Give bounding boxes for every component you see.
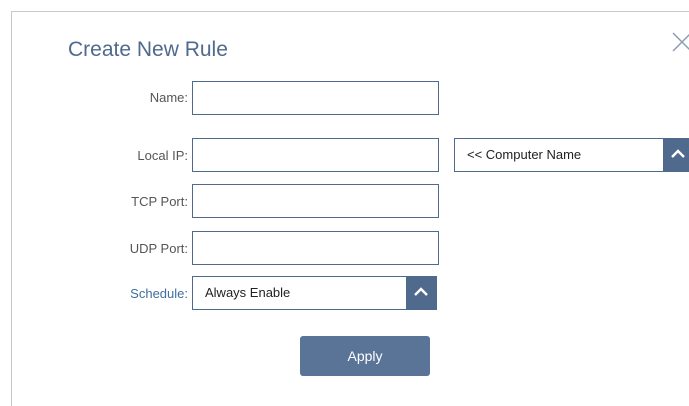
close-icon[interactable] [672,32,689,58]
dialog-title: Create New Rule [68,38,228,61]
udp-port-input[interactable] [192,231,439,265]
local-ip-input[interactable] [192,138,439,172]
name-input[interactable] [192,81,439,115]
apply-button[interactable]: Apply [300,336,430,376]
top-strip [0,0,689,11]
tcp-port-label: TCP Port: [131,194,188,209]
schedule-select[interactable]: Always Enable [192,276,437,310]
schedule-select-value: Always Enable [205,285,291,300]
tcp-port-input[interactable] [192,184,439,218]
create-rule-dialog: Create New Rule Name: Local IP: << Compu… [11,11,689,406]
computer-name-select-value: << Computer Name [467,147,582,162]
name-label: Name: [149,90,188,105]
local-ip-label: Local IP: [137,148,188,163]
schedule-dropdown-button[interactable] [406,276,436,310]
schedule-label: Schedule: [130,286,188,301]
computer-name-dropdown-button[interactable] [663,138,689,172]
computer-name-select[interactable]: << Computer Name [454,138,689,172]
udp-port-label: UDP Port: [129,241,188,256]
